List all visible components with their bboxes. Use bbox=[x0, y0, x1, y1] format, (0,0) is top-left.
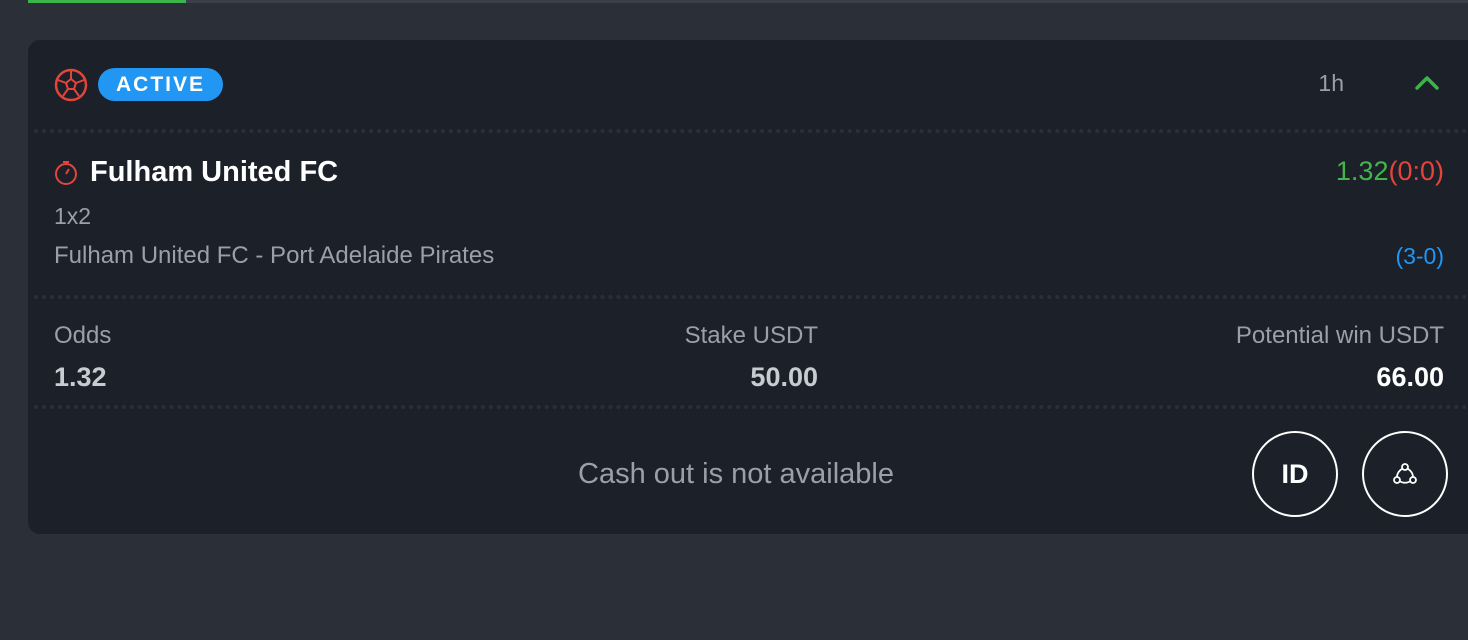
bet-id-button[interactable]: ID bbox=[1252, 431, 1338, 517]
bet-time: 1h bbox=[1318, 70, 1344, 96]
divider bbox=[28, 402, 1468, 410]
top-progress-fill bbox=[28, 0, 187, 3]
top-progress-bar bbox=[28, 0, 1468, 3]
match-score: (3-0) bbox=[1395, 243, 1444, 269]
stake-label: Stake USDT bbox=[684, 322, 818, 349]
timer-icon bbox=[55, 161, 77, 185]
summary-section bbox=[28, 300, 1468, 402]
odds-label: Odds bbox=[54, 322, 112, 349]
chevron-up-icon[interactable] bbox=[1414, 72, 1440, 92]
cashout-status: Cash out is not available bbox=[578, 458, 894, 490]
selection-odds-value: 1.32 bbox=[1335, 156, 1389, 186]
bet-header: ACTIVE 1h bbox=[28, 40, 1468, 126]
share-icon bbox=[1393, 463, 1417, 484]
market-type: 1x2 bbox=[54, 203, 92, 229]
match-name: Fulham United FC - Port Adelaide Pirates bbox=[54, 242, 495, 269]
selection-team: Fulham United FC bbox=[90, 156, 339, 188]
potential-win-value: 66.00 bbox=[1376, 362, 1444, 392]
odds-value: 1.32 bbox=[54, 362, 107, 392]
bet-card: ACTIVE 1h Fulham United FC 1.32(0:0) 1x2… bbox=[28, 40, 1468, 534]
stake-value: 50.00 bbox=[750, 362, 818, 392]
divider bbox=[28, 292, 1468, 300]
selection-odds-score: (0:0) bbox=[1388, 156, 1444, 186]
divider bbox=[28, 126, 1468, 134]
status-badge: ACTIVE bbox=[98, 68, 224, 101]
soccer-ball-icon bbox=[54, 68, 88, 102]
selection-odds: 1.32(0:0) bbox=[1336, 156, 1444, 187]
potential-win-label: Potential win USDT bbox=[1235, 322, 1444, 349]
share-button[interactable] bbox=[1362, 431, 1448, 517]
